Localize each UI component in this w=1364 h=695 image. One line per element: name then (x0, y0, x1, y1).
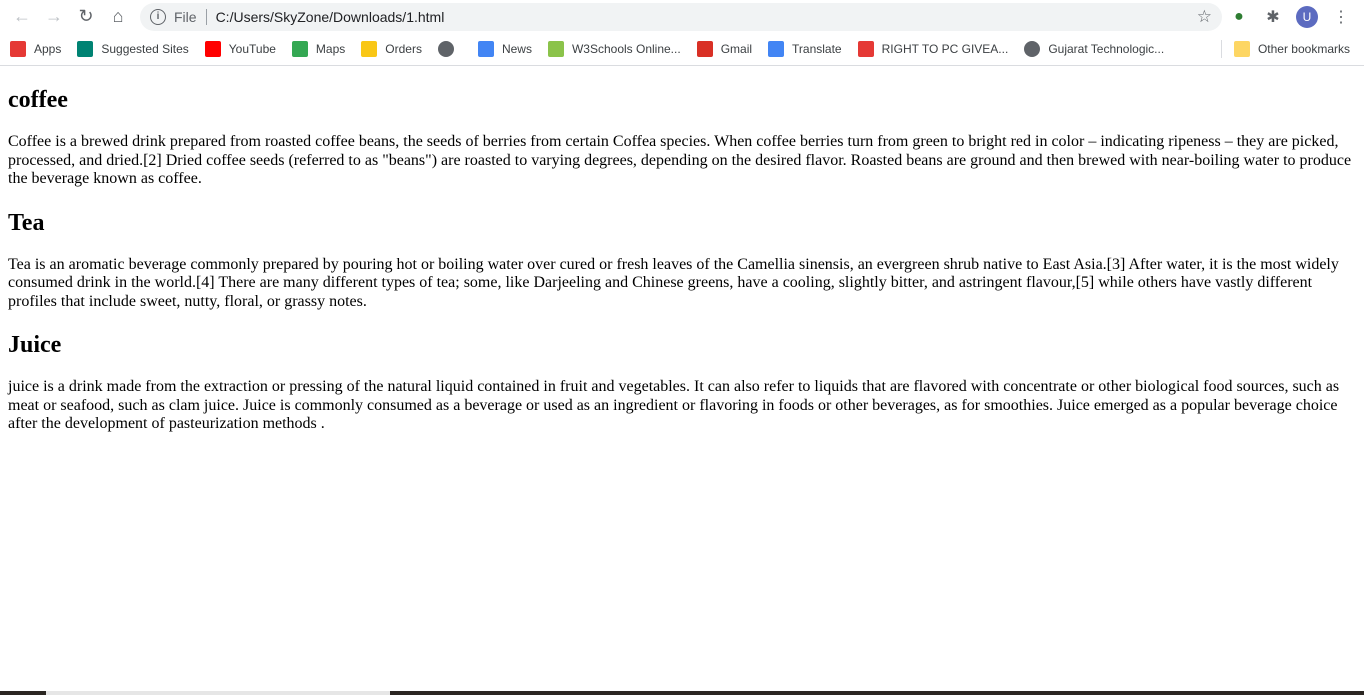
google-news-icon (477, 41, 494, 57)
bookmark-item[interactable]: Maps (291, 41, 346, 57)
back-button[interactable]: ← (6, 3, 38, 31)
w3schools-icon (547, 41, 564, 57)
browser-toolbar: ← → ↻ ⌂ i File C:/Users/SkyZone/Download… (0, 0, 1364, 33)
address-bar[interactable]: i File C:/Users/SkyZone/Downloads/1.html… (140, 2, 1222, 31)
gmail-icon (696, 41, 713, 57)
bookmark-item[interactable]: RIGHT TO PC GIVEA... (857, 41, 1009, 57)
bookmark-label: Apps (34, 42, 62, 56)
bookmark-star-icon[interactable]: ☆ (1197, 7, 1212, 27)
other-bookmarks[interactable]: Other bookmarks (1233, 41, 1350, 57)
bookmark-item[interactable]: W3Schools Online... (547, 41, 681, 57)
bookmark-label: Gmail (720, 42, 753, 56)
reload-button[interactable]: ↻ (70, 3, 102, 31)
bookmark-label: YouTube (228, 42, 276, 56)
translate-icon (768, 41, 785, 57)
bookmark-item[interactable]: Gujarat Technologic... (1024, 41, 1164, 57)
bookmark-item[interactable]: Apps (10, 41, 61, 57)
forward-button[interactable]: → (38, 3, 70, 31)
bookmark-item[interactable]: Translate (768, 41, 842, 57)
info-icon[interactable]: i (150, 8, 166, 25)
bookmark-item[interactable] (437, 41, 462, 57)
bookmark-item[interactable]: Orders (361, 41, 422, 57)
divider (205, 8, 207, 25)
url-text[interactable]: C:/Users/SkyZone/Downloads/1.html (216, 9, 445, 25)
globe-icon (437, 41, 454, 57)
shield-icon (857, 41, 874, 57)
maps-pin-icon (291, 41, 308, 57)
address-prefix: File (174, 8, 197, 25)
section-paragraph: juice is a drink made from the extractio… (8, 378, 1340, 432)
flipkart-icon (361, 41, 378, 57)
globe-icon (1024, 41, 1041, 57)
bookmark-label: Maps (315, 42, 346, 56)
bing-icon (77, 41, 94, 57)
menu-kebab-icon[interactable]: ⋮ (1324, 7, 1358, 27)
bookmark-label: Gujarat Technologic... (1048, 42, 1165, 56)
bookmark-label: W3Schools Online... (571, 42, 681, 56)
section-heading: coffee (8, 87, 68, 113)
extensions-puzzle-icon[interactable]: ✱ (1256, 7, 1290, 27)
avatar[interactable]: U (1296, 5, 1318, 28)
bookmark-item[interactable]: News (477, 41, 532, 57)
section-paragraph: Tea is an aromatic beverage commonly pre… (8, 255, 1339, 310)
other-bookmarks-label: Other bookmarks (1257, 42, 1350, 56)
bookmark-label: Suggested Sites (101, 42, 189, 56)
apps-grid-icon (10, 41, 26, 57)
bookmark-item[interactable]: YouTube (204, 41, 276, 57)
folder-icon (1233, 41, 1250, 57)
bookmark-label: Translate (792, 42, 842, 56)
bookmark-label: Orders (385, 42, 422, 56)
section-heading: Juice (8, 332, 62, 358)
bookmark-label: RIGHT TO PC GIVEA... (881, 42, 1009, 56)
bookmark-label: News (501, 42, 532, 56)
bookmarks-bar: Apps Suggested Sites YouTube Maps Orders News… (0, 33, 1364, 66)
taskbar (0, 691, 1364, 695)
bookmark-item[interactable]: Gmail (696, 41, 753, 57)
taskbar-item[interactable] (46, 691, 390, 695)
section-paragraph: Coffee is a brewed drink prepared from r… (8, 133, 1352, 187)
home-button[interactable]: ⌂ (102, 3, 134, 31)
extension-globe-icon[interactable]: ● (1222, 8, 1256, 26)
page-content: coffee Coffee is a brewed drink prepared … (0, 86, 1364, 434)
divider (1220, 40, 1222, 58)
youtube-icon (204, 41, 221, 57)
bookmark-item[interactable]: Suggested Sites (77, 41, 189, 57)
section-heading: Tea (8, 209, 45, 236)
